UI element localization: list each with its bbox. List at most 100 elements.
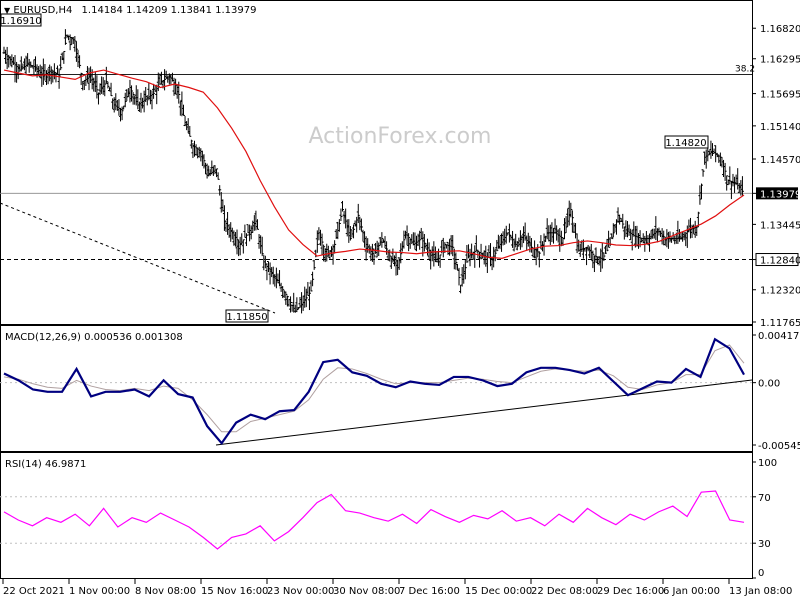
price-bar bbox=[704, 149, 708, 169]
price-bar bbox=[38, 64, 42, 79]
macd-tick-label: 0.00 bbox=[758, 379, 780, 390]
macd-panel: MACD(12,26,9) 0.000536 0.001308 0.004170… bbox=[0, 325, 800, 452]
price-bar bbox=[509, 235, 513, 241]
price-panel-frame bbox=[0, 0, 753, 325]
price-bar bbox=[331, 244, 335, 265]
price-bar bbox=[174, 78, 178, 95]
price-bar bbox=[495, 239, 499, 252]
price-bar bbox=[60, 52, 64, 61]
price-bar bbox=[322, 244, 326, 262]
price-bar bbox=[621, 213, 625, 229]
price-bar bbox=[729, 180, 733, 200]
price-bar bbox=[341, 200, 345, 212]
price-bar bbox=[181, 104, 185, 116]
symbol-label: EURUSD,H4 bbox=[13, 5, 72, 16]
price-bar bbox=[361, 229, 365, 242]
price-bar bbox=[317, 227, 321, 241]
price-bar bbox=[394, 252, 398, 276]
price-bar bbox=[430, 246, 434, 262]
price-bar bbox=[588, 246, 592, 259]
price-bar bbox=[307, 286, 311, 311]
price-bar bbox=[435, 251, 439, 263]
price-bar bbox=[219, 192, 223, 213]
price-bar bbox=[282, 290, 286, 298]
watermark: ActionForex.com bbox=[309, 124, 492, 149]
price-bar bbox=[500, 233, 504, 252]
rsi-line bbox=[3, 490, 745, 550]
price-bar bbox=[320, 233, 324, 256]
price-bar bbox=[22, 58, 26, 71]
price-bar bbox=[666, 231, 670, 249]
price-bar bbox=[526, 232, 530, 247]
price-bar bbox=[125, 89, 129, 102]
price-bar bbox=[290, 304, 294, 312]
price-bar bbox=[455, 263, 459, 271]
price-bar bbox=[522, 226, 526, 244]
price-bar bbox=[600, 243, 604, 269]
price-bar bbox=[159, 71, 163, 85]
last-price-tag-text: 1.13979 bbox=[760, 189, 800, 200]
price-bar bbox=[711, 143, 715, 157]
price-bar bbox=[333, 240, 337, 254]
price-bar bbox=[737, 183, 741, 194]
price-bar bbox=[622, 226, 626, 240]
price-bar bbox=[567, 200, 571, 226]
price-bar bbox=[74, 41, 78, 62]
price-bar bbox=[733, 176, 737, 193]
price-bar bbox=[222, 205, 226, 231]
price-bar bbox=[599, 248, 603, 272]
time-tick-label: 23 Nov 00:00 bbox=[267, 586, 334, 597]
price-bar bbox=[95, 75, 99, 99]
time-tick-label: 6 Jan 00:00 bbox=[663, 586, 720, 597]
price-bar bbox=[533, 240, 537, 259]
rsi-tick-label: 100 bbox=[758, 458, 777, 469]
ohlc-values: 1.14184 1.14209 1.13841 1.13979 bbox=[82, 5, 257, 16]
price-bar bbox=[352, 224, 356, 239]
price-bar bbox=[122, 105, 126, 110]
price-bar bbox=[468, 248, 472, 267]
price-bar bbox=[718, 152, 722, 167]
price-bar bbox=[438, 254, 442, 268]
price-bar bbox=[422, 233, 426, 252]
time-tick-label: 1 Nov 00:00 bbox=[69, 586, 130, 597]
price-bar bbox=[10, 54, 14, 68]
price-bar bbox=[402, 230, 406, 249]
price-bar bbox=[298, 296, 302, 309]
price-bar bbox=[470, 243, 474, 259]
support-price-tag-text: 1.12840 bbox=[760, 256, 800, 267]
price-bar bbox=[603, 245, 607, 254]
price-bar bbox=[32, 59, 36, 75]
price-tick-label: 1.16820 bbox=[760, 24, 800, 35]
price-bar bbox=[325, 243, 329, 262]
macd-axis-ticks: 0.00417 0.00 -0.005456 bbox=[752, 331, 800, 452]
price-bar bbox=[311, 271, 315, 287]
price-bar bbox=[589, 243, 593, 260]
price-bar bbox=[235, 229, 239, 255]
price-bar bbox=[137, 101, 141, 112]
price-bar bbox=[347, 219, 351, 243]
price-bar bbox=[144, 87, 148, 103]
time-tick-label: 8 Nov 08:00 bbox=[135, 586, 196, 597]
price-bar bbox=[233, 232, 237, 247]
price-bar bbox=[211, 166, 215, 176]
price-bar bbox=[345, 219, 349, 237]
price-bar bbox=[432, 241, 436, 267]
price-bar bbox=[8, 56, 12, 65]
price-bar bbox=[296, 307, 300, 310]
price-bar bbox=[54, 72, 58, 83]
price-bar bbox=[262, 254, 266, 271]
price-bar bbox=[514, 233, 518, 248]
price-bar bbox=[572, 222, 576, 233]
price-bar bbox=[677, 229, 681, 242]
price-bar bbox=[448, 239, 452, 256]
time-tick-label: 15 Dec 00:00 bbox=[465, 586, 532, 597]
rsi-tick-label: 30 bbox=[758, 539, 771, 550]
price-bar bbox=[452, 248, 456, 270]
time-tick-label: 29 Dec 16:00 bbox=[597, 586, 664, 597]
price-bar bbox=[180, 91, 184, 117]
price-bar bbox=[104, 66, 108, 84]
price-bar bbox=[418, 230, 422, 250]
price-bar bbox=[550, 222, 554, 243]
price-bar bbox=[229, 222, 233, 242]
price-bar bbox=[551, 228, 555, 244]
